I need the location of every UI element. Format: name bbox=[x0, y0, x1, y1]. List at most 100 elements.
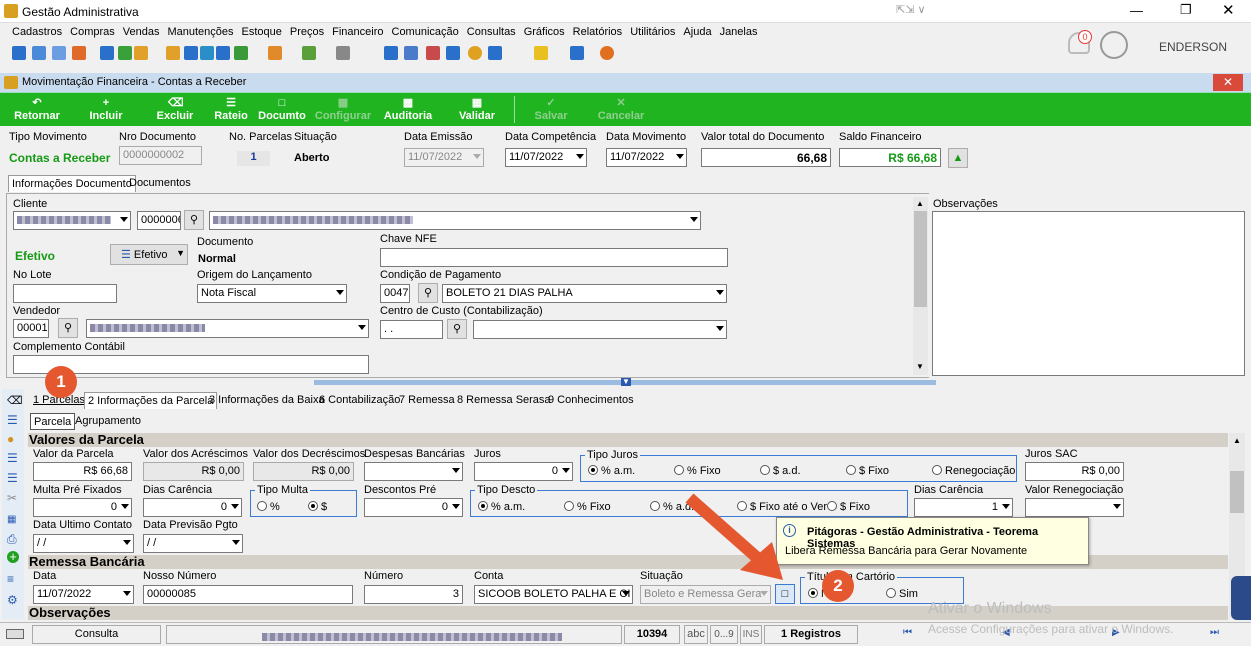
menu-relatorios[interactable]: Relatórios bbox=[569, 23, 627, 38]
trash-icon[interactable]: ⌫ bbox=[7, 394, 23, 407]
menu-vendas[interactable]: Vendas bbox=[119, 23, 164, 38]
data-movimento-field[interactable]: 11/07/2022 bbox=[606, 148, 687, 167]
validar-button[interactable]: ▦ Validar bbox=[456, 93, 498, 126]
plus-icon[interactable]: + bbox=[7, 550, 19, 563]
menu-graficos[interactable]: Gráficos bbox=[520, 23, 569, 38]
acrescimos-field[interactable]: R$ 0,00 bbox=[143, 462, 244, 481]
menu-icon[interactable]: ≡ bbox=[7, 572, 14, 586]
centro-custo-search-button[interactable]: ⚲ bbox=[447, 319, 467, 339]
ultimo-contato-field[interactable]: / / bbox=[33, 534, 134, 553]
cliente-code-field[interactable]: 0000006 bbox=[137, 211, 181, 230]
cart-icon[interactable] bbox=[234, 46, 248, 60]
previsao-pgto-field[interactable]: / / bbox=[143, 534, 243, 553]
observacoes-field[interactable] bbox=[932, 211, 1245, 376]
conta-field[interactable]: SICOOB BOLETO PALHA E CI bbox=[474, 585, 633, 604]
menu-compras[interactable]: Compras bbox=[66, 23, 119, 38]
doc-scrollbar[interactable]: ▲ ▼ bbox=[913, 197, 928, 375]
excluir-button[interactable]: ⌫ Excluir bbox=[156, 93, 194, 126]
retornar-button[interactable]: ↶ Retornar bbox=[12, 93, 62, 126]
toolbar-icon-9[interactable] bbox=[184, 46, 198, 60]
salvar-button[interactable]: ✓ Salvar bbox=[530, 93, 572, 126]
data-competencia-field[interactable]: 11/07/2022 bbox=[505, 148, 587, 167]
multa-pre-field[interactable]: 0 bbox=[33, 498, 132, 517]
tab-contabilizacao[interactable]: 6 Contabilização bbox=[316, 392, 403, 409]
despesas-field[interactable] bbox=[364, 462, 463, 481]
calculator-icon[interactable] bbox=[384, 46, 398, 60]
origem-field[interactable]: Nota Fiscal bbox=[197, 284, 347, 303]
tipo-juros-fixo-radio[interactable]: $ Fixo bbox=[846, 465, 889, 477]
auditoria-button[interactable]: ▩ Auditoria bbox=[382, 93, 434, 126]
tab-informacoes-parcela[interactable]: 2 Informações da Parcela bbox=[84, 392, 218, 409]
toolbar-icon-11[interactable] bbox=[216, 46, 230, 60]
subwindow-close-button[interactable]: ✕ bbox=[1213, 74, 1243, 91]
cancelar-button[interactable]: ✕ Cancelar bbox=[596, 93, 646, 126]
toolbar-icon-14[interactable] bbox=[446, 46, 460, 60]
renegociacao-field[interactable] bbox=[1025, 498, 1124, 517]
toolbar-icon-12[interactable] bbox=[268, 46, 282, 60]
menu-utilitarios[interactable]: Utilitários bbox=[626, 23, 679, 38]
tab-remessa[interactable]: 7 Remessa bbox=[396, 392, 458, 409]
first-record-button[interactable]: ⏮ bbox=[903, 627, 912, 638]
scroll-thumb[interactable] bbox=[1230, 471, 1244, 513]
incluir-button[interactable]: + Incluir bbox=[88, 93, 124, 126]
nro-documento-field[interactable]: 0000000002 bbox=[119, 146, 202, 165]
clock-icon[interactable] bbox=[468, 46, 482, 60]
documento-button[interactable]: □ Documto bbox=[256, 93, 308, 126]
tipo-desconto-fixo-pct-radio[interactable]: % Fixo bbox=[564, 501, 611, 513]
decrescimos-field[interactable]: R$ 0,00 bbox=[253, 462, 354, 481]
valor-total-field[interactable]: 66,68 bbox=[701, 148, 831, 167]
menu-janelas[interactable]: Janelas bbox=[716, 23, 762, 38]
toolbar-icon-3[interactable] bbox=[52, 46, 66, 60]
saldo-detail-button[interactable]: ▲ bbox=[948, 148, 968, 168]
centro-custo-field[interactable] bbox=[473, 320, 727, 339]
tab-documentos[interactable]: Documentos bbox=[126, 175, 194, 192]
scroll-up-icon[interactable]: ▲ bbox=[1233, 436, 1241, 445]
avatar[interactable] bbox=[1100, 31, 1128, 59]
juros-sac-field[interactable]: R$ 0,00 bbox=[1025, 462, 1124, 481]
toolbar-icon-2[interactable] bbox=[32, 46, 46, 60]
dias-carencia2-field[interactable]: 1 bbox=[914, 498, 1013, 517]
calendar-icon[interactable]: ▦ bbox=[7, 514, 16, 525]
menu-estoque[interactable]: Estoque bbox=[238, 23, 286, 38]
tipo-juros-renegociacao-radio[interactable]: Renegociação bbox=[932, 465, 1015, 477]
vendedor-code-field[interactable]: 00001 bbox=[13, 319, 49, 338]
saldo-financeiro-field[interactable]: R$ 66,68 bbox=[839, 148, 941, 167]
menu-ajuda[interactable]: Ajuda bbox=[679, 23, 715, 38]
condicao-code-field[interactable]: 0047 bbox=[380, 284, 410, 303]
toolbar-icon-1[interactable] bbox=[12, 46, 26, 60]
menu-cadastros[interactable]: Cadastros bbox=[8, 23, 66, 38]
nosso-numero-field[interactable]: 00000085 bbox=[143, 585, 353, 604]
chevron-down-icon[interactable]: ▼ bbox=[621, 378, 631, 386]
toolbar-icon-7[interactable] bbox=[134, 46, 148, 60]
list-icon[interactable]: ☰ bbox=[7, 471, 18, 485]
toolbar-icon-16[interactable] bbox=[570, 46, 584, 60]
dias-carencia-field[interactable]: 0 bbox=[143, 498, 242, 517]
power-icon[interactable] bbox=[600, 46, 614, 60]
toolbar-icon-13[interactable] bbox=[302, 46, 316, 60]
star-icon[interactable] bbox=[534, 46, 548, 60]
toolbar-icon-5[interactable] bbox=[100, 46, 114, 60]
tipo-desconto-fixo-radio[interactable]: $ Fixo bbox=[827, 501, 870, 513]
condicao-search-button[interactable]: ⚲ bbox=[418, 283, 438, 303]
cartorio-sim-radio[interactable]: Sim bbox=[886, 588, 918, 600]
list-icon[interactable]: ☰ bbox=[7, 451, 18, 465]
toolbar-icon-4[interactable] bbox=[72, 46, 86, 60]
data-emissao-field[interactable]: 11/07/2022 bbox=[404, 148, 484, 167]
menu-comunicacao[interactable]: Comunicação bbox=[388, 23, 463, 38]
toolbar-icon-6[interactable] bbox=[118, 46, 132, 60]
lote-field[interactable] bbox=[13, 284, 117, 303]
toolbar-icon-8[interactable] bbox=[166, 46, 180, 60]
rateio-button[interactable]: ☰ Rateio bbox=[212, 93, 250, 126]
coins-icon[interactable]: ● bbox=[7, 432, 14, 446]
printer-icon[interactable] bbox=[336, 46, 350, 60]
last-record-button[interactable]: ⏭ bbox=[1210, 627, 1219, 638]
juros-field[interactable]: 0 bbox=[474, 462, 573, 481]
minimize-button[interactable]: — bbox=[1130, 3, 1143, 18]
cliente-cnpj-field[interactable] bbox=[13, 211, 131, 230]
calendar-icon-2[interactable] bbox=[426, 46, 440, 60]
restore-small-icon[interactable]: ⇱⇲ ∨ bbox=[896, 3, 926, 16]
gear-icon[interactable]: ⚙ bbox=[7, 593, 18, 607]
configurar-button[interactable]: ▦ Configurar bbox=[314, 93, 372, 126]
tipo-desconto-am-radio[interactable]: % a.m. bbox=[478, 501, 525, 513]
cliente-name-field[interactable] bbox=[209, 211, 701, 230]
